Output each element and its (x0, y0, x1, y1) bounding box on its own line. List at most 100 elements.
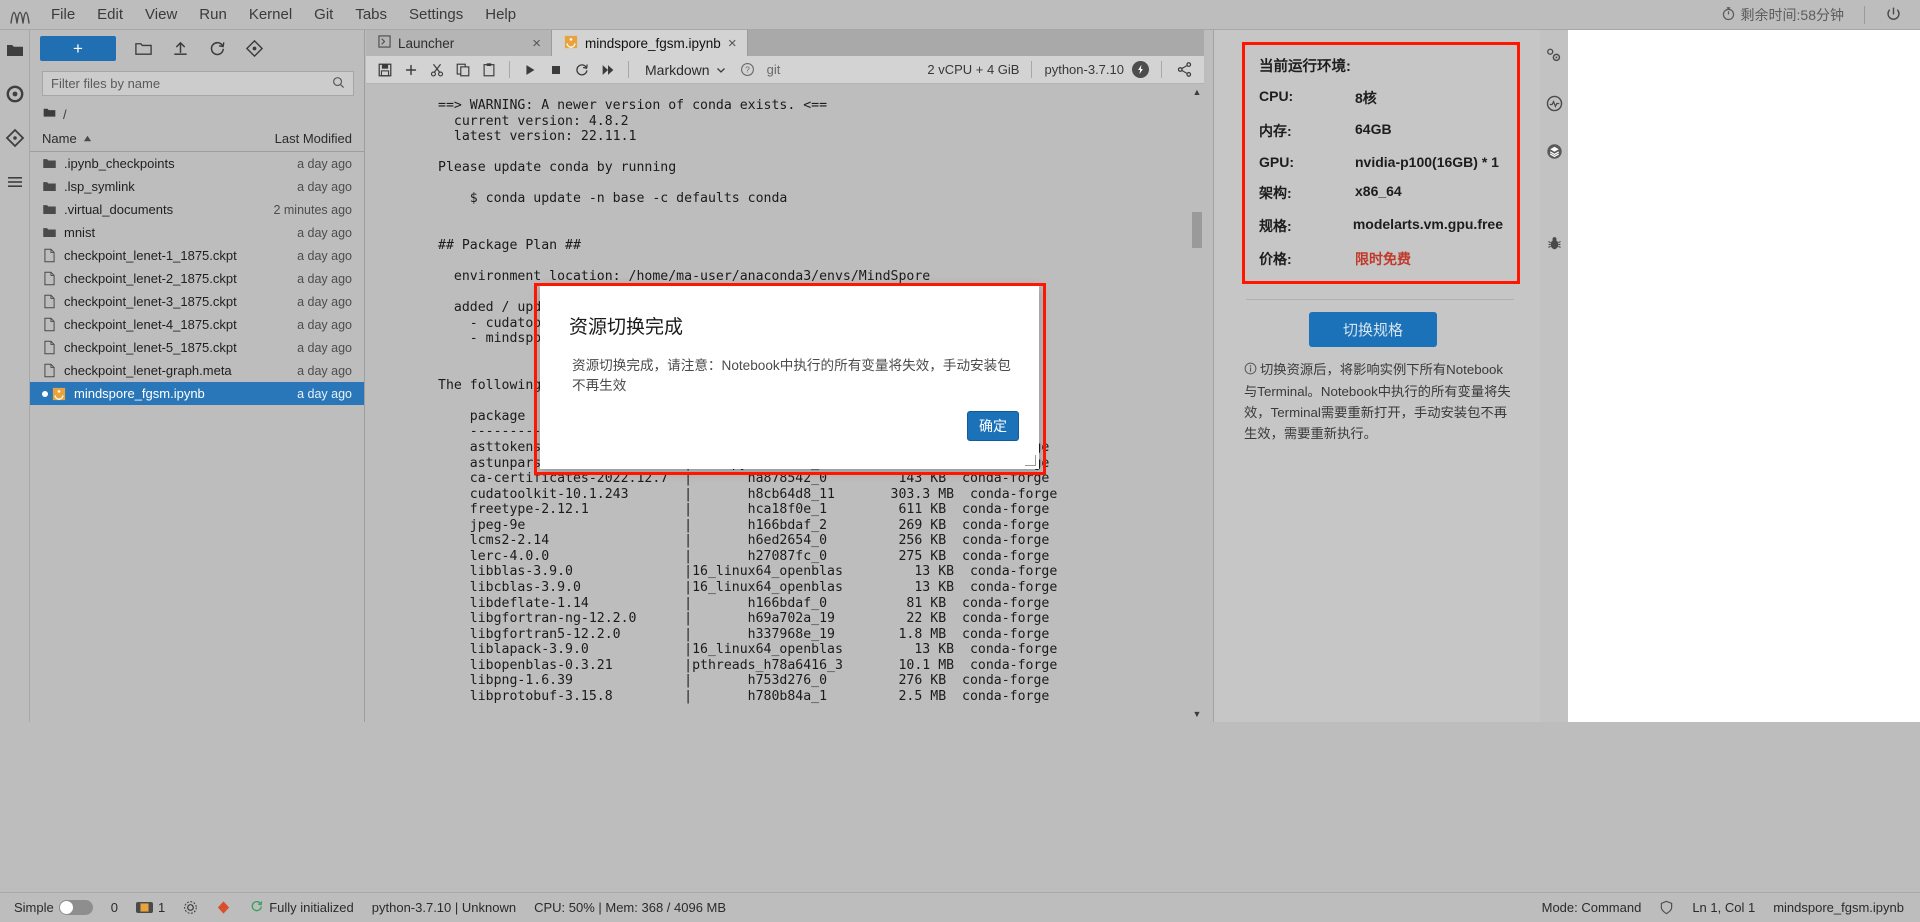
layers-icon[interactable] (1543, 140, 1565, 162)
save-icon[interactable] (375, 60, 395, 80)
dialog-ok-button[interactable]: 确定 (967, 411, 1019, 441)
sort-ascending-icon (83, 131, 92, 146)
tab-notebook[interactable]: mindspore_fgsm.ipynb × (552, 30, 748, 56)
menu-git[interactable]: Git (303, 2, 344, 28)
paste-icon[interactable] (479, 60, 499, 80)
scroll-up-arrow-icon[interactable]: ▲ (1192, 87, 1202, 97)
tab-label: mindspore_fgsm.ipynb (585, 35, 721, 51)
file-name: checkpoint_lenet-4_1875.ckpt (64, 317, 237, 332)
cursor-position[interactable]: Ln 1, Col 1 (1683, 900, 1764, 915)
file-modified: a day ago (297, 363, 352, 378)
tab-launcher[interactable]: Launcher × (366, 30, 552, 56)
file-name: checkpoint_lenet-3_1875.ckpt (64, 294, 237, 309)
shield-icon[interactable] (1650, 900, 1683, 915)
folder-icon (42, 202, 64, 217)
monitor-icon[interactable] (1543, 92, 1565, 114)
resource-panel: 当前运行环境: CPU: 8核 内存: 64GB GPU: nvidia-p100(16G… (1213, 30, 1540, 722)
kernel-label[interactable]: python-3.7.10 (1044, 62, 1124, 77)
close-icon[interactable]: × (728, 36, 737, 51)
left-sidebar-rail (0, 30, 30, 722)
file-list-item[interactable]: mindspore_fgsm.ipynb a day ago (30, 382, 364, 405)
divider (1246, 299, 1514, 300)
table-of-contents-icon[interactable] (3, 170, 27, 194)
menu-tabs[interactable]: Tabs (344, 2, 398, 28)
menu-help[interactable]: Help (474, 2, 527, 28)
upload-icon[interactable] (171, 39, 190, 58)
env-rows: CPU: 8核 内存: 64GB GPU: nvidia-p100(16GB) * 1 架构… (1259, 88, 1503, 269)
file-list-item[interactable]: .virtual_documents 2 minutes ago (30, 198, 364, 221)
column-header-name[interactable]: Name (42, 131, 256, 146)
kernel-busy-icon (1132, 61, 1149, 78)
initialization-label: Fully initialized (269, 900, 354, 915)
file-list-item[interactable]: checkpoint_lenet-2_1875.ckpt a day ago (30, 267, 364, 290)
file-list-item[interactable]: checkpoint_lenet-graph.meta a day ago (30, 359, 364, 382)
gear-icon[interactable] (174, 900, 207, 915)
git-icon[interactable] (3, 126, 27, 150)
notebook-icon (564, 35, 578, 52)
resize-grip-icon[interactable] (1025, 455, 1036, 466)
scrollbar-thumb[interactable] (1192, 212, 1202, 248)
column-header-modified[interactable]: Last Modified (256, 131, 352, 146)
scroll-down-arrow-icon[interactable]: ▼ (1192, 709, 1202, 719)
breadcrumb[interactable]: / (30, 102, 364, 128)
git-label: git (766, 62, 781, 77)
question-icon[interactable]: ? (738, 60, 757, 79)
env-key: GPU: (1259, 154, 1294, 170)
run-icon[interactable] (520, 60, 540, 80)
insert-cell-icon[interactable] (401, 60, 421, 80)
settings-gear-icon[interactable] (1543, 44, 1565, 66)
notebook-kernel-icon (135, 902, 153, 913)
restart-run-all-icon[interactable] (598, 60, 618, 80)
new-launcher-button[interactable]: + (40, 36, 116, 61)
file-list-item[interactable]: checkpoint_lenet-4_1875.ckpt a day ago (30, 313, 364, 336)
git-branch-icon[interactable] (207, 900, 240, 915)
env-row: 价格: 限时免费 (1259, 249, 1503, 269)
copy-icon[interactable] (453, 60, 473, 80)
menu-run[interactable]: Run (188, 2, 238, 28)
env-row: CPU: 8核 (1259, 88, 1503, 108)
menu-file[interactable]: File (40, 2, 86, 28)
menu-settings[interactable]: Settings (398, 2, 474, 28)
toggle-switch[interactable] (58, 900, 93, 915)
new-folder-icon[interactable] (134, 39, 153, 58)
file-filter-input[interactable]: Filter files by name (42, 71, 354, 96)
switch-spec-button[interactable]: 切换规格 (1309, 312, 1437, 347)
power-icon[interactable] (1875, 6, 1912, 23)
cut-icon[interactable] (427, 60, 447, 80)
close-icon[interactable]: × (532, 36, 541, 51)
stop-icon[interactable] (546, 60, 566, 80)
file-filter-placeholder: Filter files by name (51, 76, 161, 91)
refresh-icon[interactable] (208, 39, 227, 58)
cell-type-value: Markdown (645, 61, 710, 78)
info-circle-icon (1244, 360, 1257, 381)
note-text: 切换资源后，将影响实例下所有Notebook与Terminal。Notebook… (1244, 362, 1511, 441)
simple-mode-toggle[interactable]: Simple (0, 900, 102, 915)
sync-icon (249, 899, 264, 917)
kernel-count[interactable]: 1 (127, 900, 174, 915)
restart-icon[interactable] (572, 60, 592, 80)
file-icon (42, 294, 64, 309)
folder-icon[interactable] (3, 38, 27, 62)
menu-edit[interactable]: Edit (86, 2, 134, 28)
notebook-scrollbar[interactable]: ▲ ▼ (1190, 84, 1204, 722)
file-list-item[interactable]: .ipynb_checkpoints a day ago (30, 152, 364, 175)
debug-bug-icon[interactable] (1543, 232, 1565, 254)
initialization-status: Fully initialized (240, 899, 363, 917)
file-list-item[interactable]: checkpoint_lenet-3_1875.ckpt a day ago (30, 290, 364, 313)
current-environment-box: 当前运行环境: CPU: 8核 内存: 64GB GPU: nvidia-p100(16G… (1242, 42, 1520, 284)
running-terminals-icon[interactable] (3, 82, 27, 106)
divider (1031, 61, 1033, 78)
file-list-item[interactable]: checkpoint_lenet-5_1875.ckpt a day ago (30, 336, 364, 359)
column-name-label: Name (42, 131, 77, 146)
cell-type-select[interactable]: Markdown (639, 61, 732, 79)
file-list-item[interactable]: checkpoint_lenet-1_1875.ckpt a day ago (30, 244, 364, 267)
file-list-item[interactable]: .lsp_symlink a day ago (30, 175, 364, 198)
terminal-count[interactable]: 0 (102, 900, 127, 915)
menu-view[interactable]: View (134, 2, 188, 28)
simple-label: Simple (14, 900, 54, 915)
new-launcher-icon[interactable] (245, 39, 264, 58)
kernel-status[interactable]: python-3.7.10 | Unknown (363, 900, 525, 915)
menu-kernel[interactable]: Kernel (238, 2, 303, 28)
file-list-item[interactable]: mnist a day ago (30, 221, 364, 244)
share-icon[interactable] (1174, 59, 1195, 80)
